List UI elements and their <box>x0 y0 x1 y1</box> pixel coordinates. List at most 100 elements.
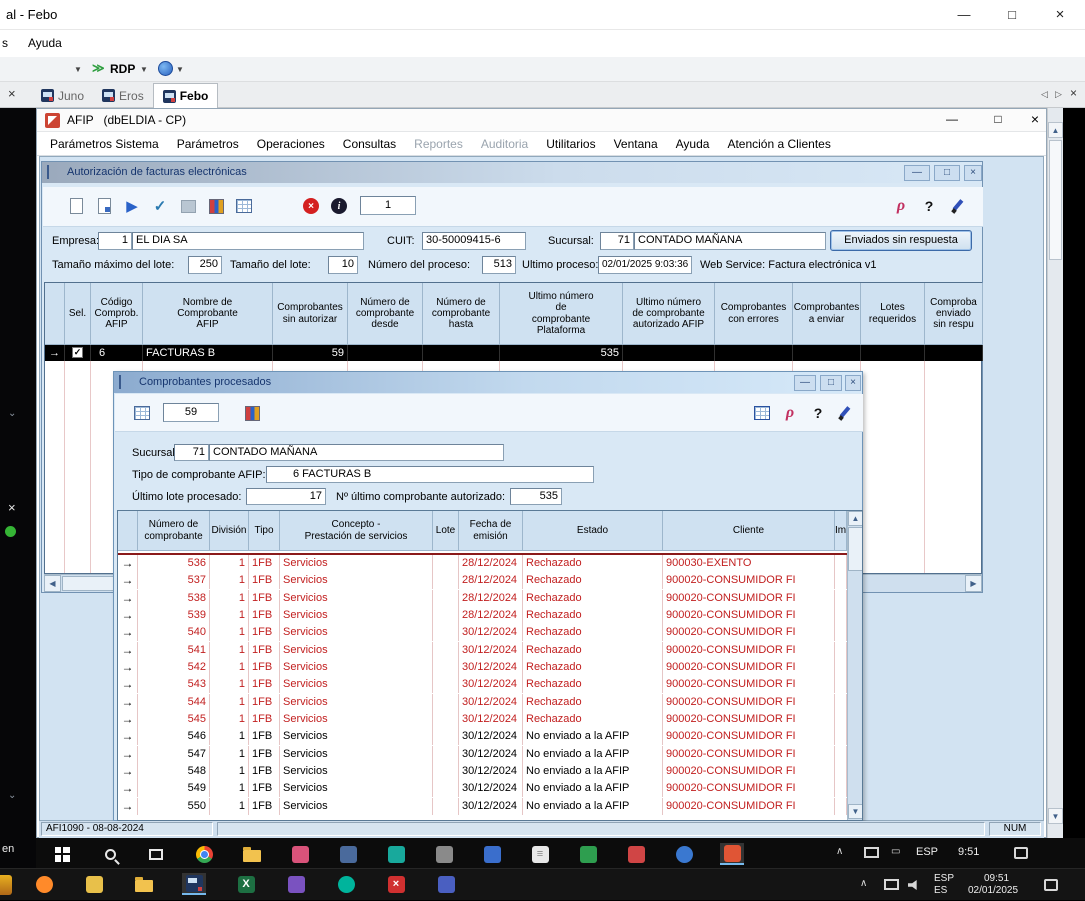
auth-cell-a_enviar[interactable] <box>793 345 861 361</box>
proc-minimize-button[interactable]: — <box>794 375 816 391</box>
numero-proceso-field[interactable]: 513 <box>482 256 516 274</box>
cell-tipo[interactable]: 1FB <box>249 642 280 659</box>
cell-division[interactable]: 1 <box>210 624 249 641</box>
tray-notification-icon[interactable] <box>1014 847 1028 859</box>
cell-importe[interactable] <box>835 798 847 815</box>
cell-concepto[interactable]: Servicios <box>280 780 433 797</box>
outer-clock-time[interactable]: 09:51 <box>984 873 1009 885</box>
cell-importe[interactable] <box>835 624 847 641</box>
current-record-row[interactable]: →✓6FACTURAS B59535 <box>45 345 981 361</box>
cell-numero[interactable]: 545 <box>138 711 210 728</box>
inner-language-indicator[interactable]: ESP <box>916 846 938 858</box>
cell-cliente[interactable]: 900020-CONSUMIDOR FI <box>663 590 835 607</box>
proc-help-button[interactable]: ? <box>805 400 831 426</box>
cell-fecha[interactable]: 30/12/2024 <box>459 711 523 728</box>
cell-cliente[interactable]: 900020-CONSUMIDOR FI <box>663 607 835 624</box>
enviados-sin-respuesta-button[interactable]: Enviados sin respuesta <box>830 230 972 251</box>
menu-ayuda[interactable]: Ayuda <box>667 132 719 155</box>
taskbar-icon-chrome[interactable] <box>192 843 216 865</box>
cell-estado[interactable]: Rechazado <box>523 642 663 659</box>
cell-concepto[interactable]: Servicios <box>280 642 433 659</box>
cell-fecha[interactable]: 30/12/2024 <box>459 763 523 780</box>
cell-cliente[interactable]: 900020-CONSUMIDOR FI <box>663 642 835 659</box>
cell-division[interactable]: 1 <box>210 572 249 589</box>
taskbar-icon-teal-app[interactable] <box>384 843 408 865</box>
taskbar-icon-search[interactable] <box>98 843 122 865</box>
proc-row-549[interactable]: →54911FBServicios30/12/2024No enviado a … <box>118 780 847 797</box>
confirm-button[interactable]: ✓ <box>147 193 173 219</box>
cell-lote[interactable] <box>433 763 459 780</box>
cell-fecha[interactable]: 30/12/2024 <box>459 746 523 763</box>
sucursal-code-field[interactable]: 71 <box>600 232 634 250</box>
afip-minimize-button[interactable]: — <box>935 112 969 126</box>
proc-row-545[interactable]: →54511FBServicios30/12/2024Rechazado9000… <box>118 711 847 728</box>
new-button[interactable] <box>63 193 89 219</box>
proc-row-547[interactable]: →54711FBServicios30/12/2024No enviado a … <box>118 746 847 763</box>
cell-cliente[interactable]: 900020-CONSUMIDOR FI <box>663 798 835 815</box>
scroll-up-icon[interactable]: ▲ <box>848 511 863 526</box>
auth-cell-con_errores[interactable] <box>715 345 793 361</box>
proc-row-546[interactable]: →54611FBServicios30/12/2024No enviado a … <box>118 728 847 745</box>
cell-tipo[interactable]: 1FB <box>249 694 280 711</box>
cell-numero[interactable]: 536 <box>138 555 210 572</box>
proc-row-536[interactable]: →53611FBServicios28/12/2024Rechazado9000… <box>118 555 847 572</box>
cell-concepto[interactable]: Servicios <box>280 694 433 711</box>
cell-lote[interactable] <box>433 642 459 659</box>
scroll-left-icon[interactable]: ◀ <box>44 575 61 592</box>
cell-fecha[interactable]: 28/12/2024 <box>459 572 523 589</box>
inner-clock[interactable]: 9:51 <box>958 846 979 858</box>
proc-maximize-button[interactable]: □ <box>820 375 842 391</box>
proc-row-550[interactable]: →55011FBServicios30/12/2024No enviado a … <box>118 798 847 815</box>
auth-cell-ultimo_autorizado[interactable] <box>623 345 715 361</box>
cell-tipo[interactable]: 1FB <box>249 659 280 676</box>
cell-division[interactable]: 1 <box>210 694 249 711</box>
cell-marker[interactable]: → <box>118 763 138 780</box>
outer-maximize-button[interactable]: □ <box>990 0 1034 30</box>
cell-cliente[interactable]: 900020-CONSUMIDOR FI <box>663 694 835 711</box>
globe-icon[interactable] <box>158 61 173 76</box>
proc-v-scrollbar[interactable]: ▲ ▼ <box>847 511 863 820</box>
cell-estado[interactable]: No enviado a la AFIP <box>523 746 663 763</box>
tabbar-close-icon[interactable]: × <box>8 86 16 101</box>
cell-marker[interactable]: → <box>118 780 138 797</box>
cut-app-icon[interactable] <box>0 875 12 895</box>
menu-ventana[interactable]: Ventana <box>605 132 667 155</box>
cell-cliente[interactable]: 900020-CONSUMIDOR FI <box>663 676 835 693</box>
taskbar-icon-steel-app[interactable] <box>336 843 360 865</box>
proc-row-537[interactable]: →53711FBServicios28/12/2024Rechazado9000… <box>118 572 847 589</box>
tray-chevron-icon[interactable]: ∧ <box>836 846 843 857</box>
tray-chevron-icon[interactable]: ∧ <box>860 878 867 889</box>
cell-tipo[interactable]: 1FB <box>249 590 280 607</box>
proc-sucursal-code-field[interactable]: 71 <box>174 444 209 461</box>
cancel-button[interactable]: × <box>298 193 324 219</box>
cell-tipo[interactable]: 1FB <box>249 798 280 815</box>
cell-numero[interactable]: 541 <box>138 642 210 659</box>
dropdown-caret-icon[interactable]: ▼ <box>74 65 82 74</box>
auth-titlebar[interactable]: Autorización de facturas electrónicas — … <box>42 162 982 183</box>
taskbar-icon-excel[interactable]: X <box>234 873 258 895</box>
cell-concepto[interactable]: Servicios <box>280 711 433 728</box>
cell-lote[interactable] <box>433 624 459 641</box>
auth-cell-desde[interactable] <box>348 345 423 361</box>
chevron-down-icon[interactable]: ⌄ <box>8 790 16 801</box>
outer-close-button[interactable]: × <box>1038 0 1082 30</box>
cell-numero[interactable]: 544 <box>138 694 210 711</box>
cell-estado[interactable]: Rechazado <box>523 659 663 676</box>
menu-operaciones[interactable]: Operaciones <box>248 132 334 155</box>
afip-close-button[interactable]: × <box>1025 111 1045 127</box>
cell-estado[interactable]: Rechazado <box>523 590 663 607</box>
proc-row-541[interactable]: →54111FBServicios30/12/2024Rechazado9000… <box>118 642 847 659</box>
proc-row-543[interactable]: →54311FBServicios30/12/2024Rechazado9000… <box>118 676 847 693</box>
cell-tipo[interactable]: 1FB <box>249 624 280 641</box>
taskbar-icon-afip-app[interactable] <box>720 843 744 865</box>
cell-importe[interactable] <box>835 711 847 728</box>
proc-row-544[interactable]: →54411FBServicios30/12/2024Rechazado9000… <box>118 694 847 711</box>
cell-marker[interactable]: → <box>118 624 138 641</box>
outer-menu-ayuda[interactable]: Ayuda <box>28 36 62 50</box>
cell-division[interactable]: 1 <box>210 780 249 797</box>
scrollbar-thumb[interactable] <box>848 527 863 571</box>
cell-division[interactable]: 1 <box>210 642 249 659</box>
cell-estado[interactable]: No enviado a la AFIP <box>523 763 663 780</box>
save-button[interactable] <box>175 193 201 219</box>
menu-atenci-n-a-clientes[interactable]: Atención a Clientes <box>718 132 839 155</box>
